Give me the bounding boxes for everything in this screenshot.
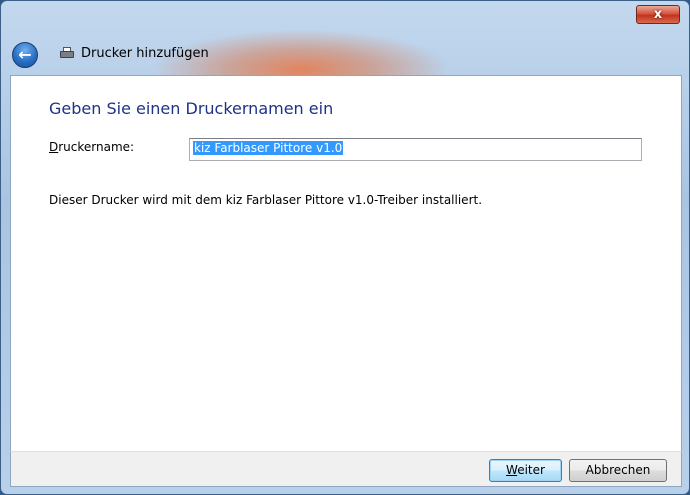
cancel-button[interactable]: Abbrechen (569, 459, 667, 482)
close-icon: x (653, 7, 663, 22)
window-title: Drucker hinzufügen (81, 46, 209, 61)
printer-name-label: Druckername: (49, 140, 134, 154)
close-button[interactable]: x (636, 5, 680, 24)
printer-name-label-text: ruckername: (58, 140, 135, 154)
page-heading: Geben Sie einen Druckernamen ein (49, 99, 334, 118)
wizard-content: Geben Sie einen Druckernamen ein Drucker… (10, 75, 682, 451)
next-button[interactable]: Weiter (489, 459, 562, 482)
back-arrow-icon: ← (18, 45, 32, 64)
next-button-accelerator: W (506, 463, 518, 477)
printer-name-input[interactable]: kiz Farblaser Pittore v1.0 (189, 138, 642, 161)
printer-name-value: kiz Farblaser Pittore v1.0 (193, 141, 344, 155)
printer-name-label-accelerator: D (49, 140, 59, 154)
add-printer-dialog: x ← Drucker hinzufügen Geben Sie einen D… (0, 0, 690, 495)
printer-icon (60, 47, 74, 59)
driver-info-text: Dieser Drucker wird mit dem kiz Farblase… (49, 193, 483, 207)
next-button-label: eiter (517, 463, 545, 477)
button-bar: Weiter Abbrechen (10, 451, 682, 487)
back-button[interactable]: ← (12, 42, 38, 68)
